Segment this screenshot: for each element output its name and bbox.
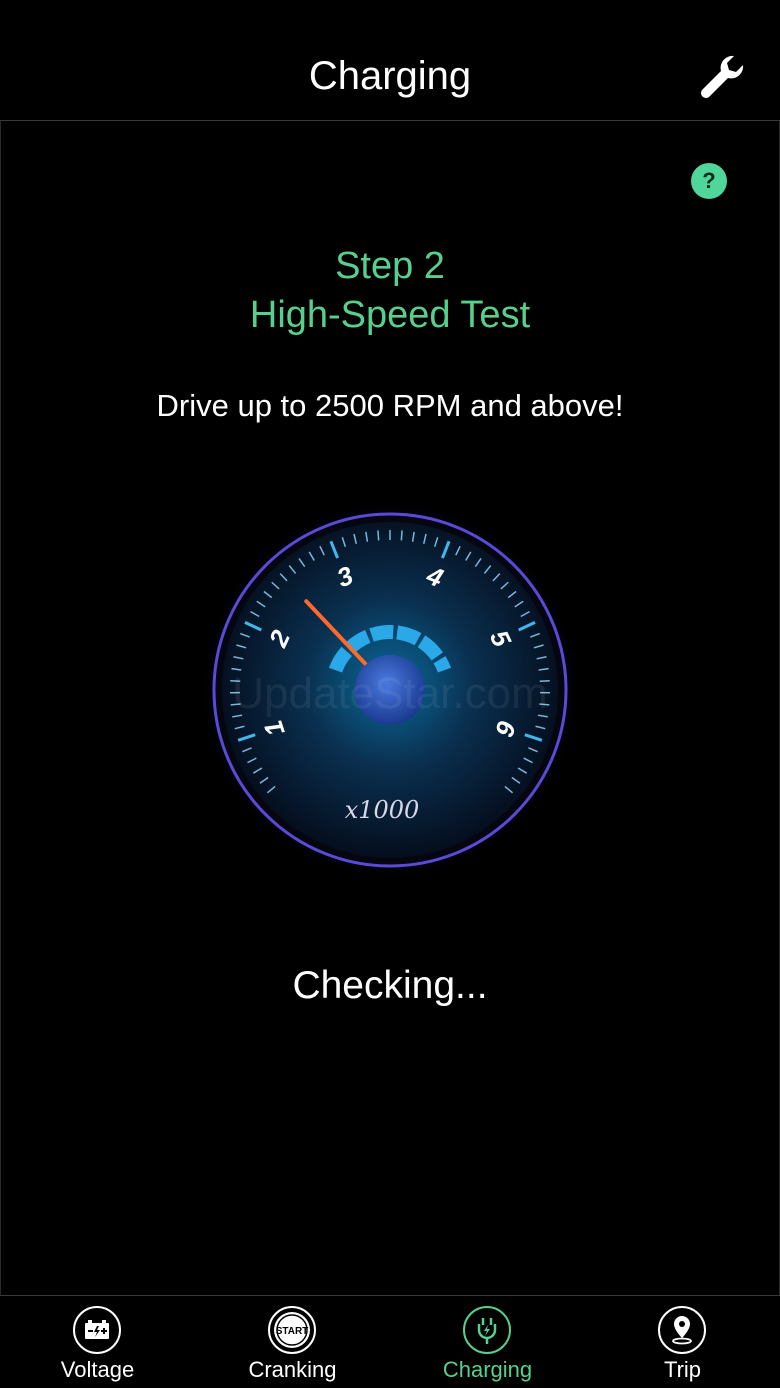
tab-cranking-label: Cranking xyxy=(195,1356,390,1384)
tab-cranking[interactable]: START Cranking xyxy=(195,1296,390,1388)
step-title: Step 2 xyxy=(0,243,780,289)
page-title: Charging xyxy=(0,52,780,100)
tab-trip[interactable]: Trip xyxy=(585,1296,780,1388)
gauge-tick xyxy=(378,530,379,540)
instruction-text: Drive up to 2500 RPM and above! xyxy=(0,386,780,426)
start-icon: START xyxy=(268,1306,316,1354)
tab-charging-label: Charging xyxy=(390,1356,585,1384)
rpm-gauge: 123456 x1000 UpdateStar.com xyxy=(200,500,580,880)
tab-trip-label: Trip xyxy=(585,1356,780,1384)
gauge-tick xyxy=(401,530,402,540)
watermark-text: UpdateStar.com xyxy=(232,669,548,718)
tab-voltage-label: Voltage xyxy=(0,1356,195,1384)
battery-icon xyxy=(73,1306,121,1354)
tab-charging[interactable]: Charging xyxy=(390,1296,585,1388)
status-text: Checking... xyxy=(0,962,780,1010)
rpm-gauge-svg: 123456 x1000 UpdateStar.com xyxy=(200,500,580,880)
step-subtitle: High-Speed Test xyxy=(0,292,780,338)
header-bar: Charging xyxy=(0,0,780,121)
help-button[interactable]: ? xyxy=(691,163,727,199)
gauge-unit-label: x1000 xyxy=(345,796,420,824)
bottom-tab-bar: Voltage START Cranking Charging xyxy=(0,1295,780,1387)
tab-voltage[interactable]: Voltage xyxy=(0,1296,195,1388)
plug-icon xyxy=(463,1306,511,1354)
start-icon-text: START xyxy=(276,1326,309,1337)
wrench-icon[interactable] xyxy=(694,50,746,102)
location-pin-icon xyxy=(658,1306,706,1354)
